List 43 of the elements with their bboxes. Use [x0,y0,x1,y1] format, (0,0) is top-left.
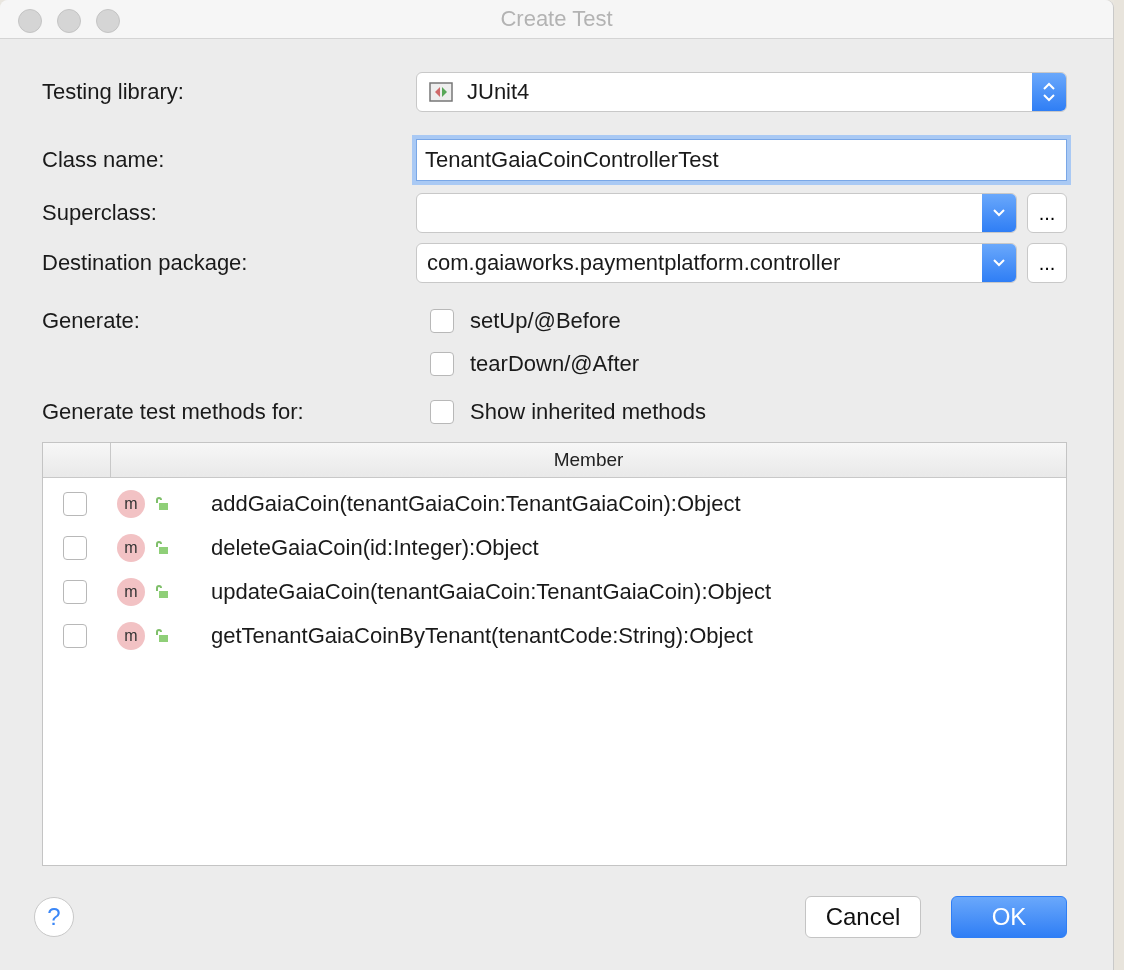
field-label: Superclass: [42,200,158,226]
checkbox[interactable] [430,400,454,424]
checkbox-label[interactable]: setUp/@Before [470,308,621,334]
window-title: Create Test [500,6,613,32]
lock-icon [155,629,169,643]
help-button[interactable]: ? [34,897,74,937]
method-badge: m [117,578,145,606]
method-signature[interactable]: updateGaiaCoin(tenantGaiaCoin:TenantGaiaCoin):Object [211,579,772,605]
chevron-down-icon [991,207,1007,219]
method-signature[interactable]: getTenantGaiaCoinByTenant(tenantCode:String):Object [211,623,753,649]
window-control[interactable] [18,9,42,33]
chevron-down-icon [991,257,1007,269]
lock-icon [155,497,169,511]
checkbox[interactable] [63,536,87,560]
field-label: Destination package: [42,250,249,276]
window-control[interactable] [96,9,120,33]
combo-box[interactable]: com.gaiaworks.paymentplatform.controller [416,243,1017,283]
checkbox[interactable] [430,352,454,376]
lock-icon [155,585,169,599]
method-signature[interactable]: addGaiaCoin(tenantGaiaCoin:TenantGaiaCoin):Object [211,491,741,517]
lock-icon [155,541,169,555]
checkbox[interactable] [63,624,87,648]
checkbox[interactable] [63,580,87,604]
method-badge: m [117,490,145,518]
method-badge: m [117,622,145,650]
class-name-input[interactable]: TenantGaiaCoinControllerTest [416,139,1067,181]
checkbox[interactable] [430,309,454,333]
field-label: Testing library: [42,79,185,105]
browse-button[interactable]: ... [1027,243,1067,283]
field-label: Class name: [42,147,166,173]
cancel-button[interactable]: Cancel [805,896,921,938]
library-icon [429,82,453,102]
library-select[interactable]: JUnit4 [416,72,1067,112]
browse-button[interactable]: ... [1027,193,1067,233]
checkbox-label[interactable]: Show inherited methods [470,399,707,425]
window-control[interactable] [57,9,81,33]
combo-box[interactable] [416,193,1017,233]
field-label: Generate: [42,307,141,335]
checkbox-label[interactable]: tearDown/@After [470,351,640,377]
method-signature[interactable]: deleteGaiaCoin(id:Integer):Object [211,535,539,561]
method-badge: m [117,534,145,562]
field-label: Generate test methods for: [42,399,305,425]
checkbox[interactable] [63,492,87,516]
